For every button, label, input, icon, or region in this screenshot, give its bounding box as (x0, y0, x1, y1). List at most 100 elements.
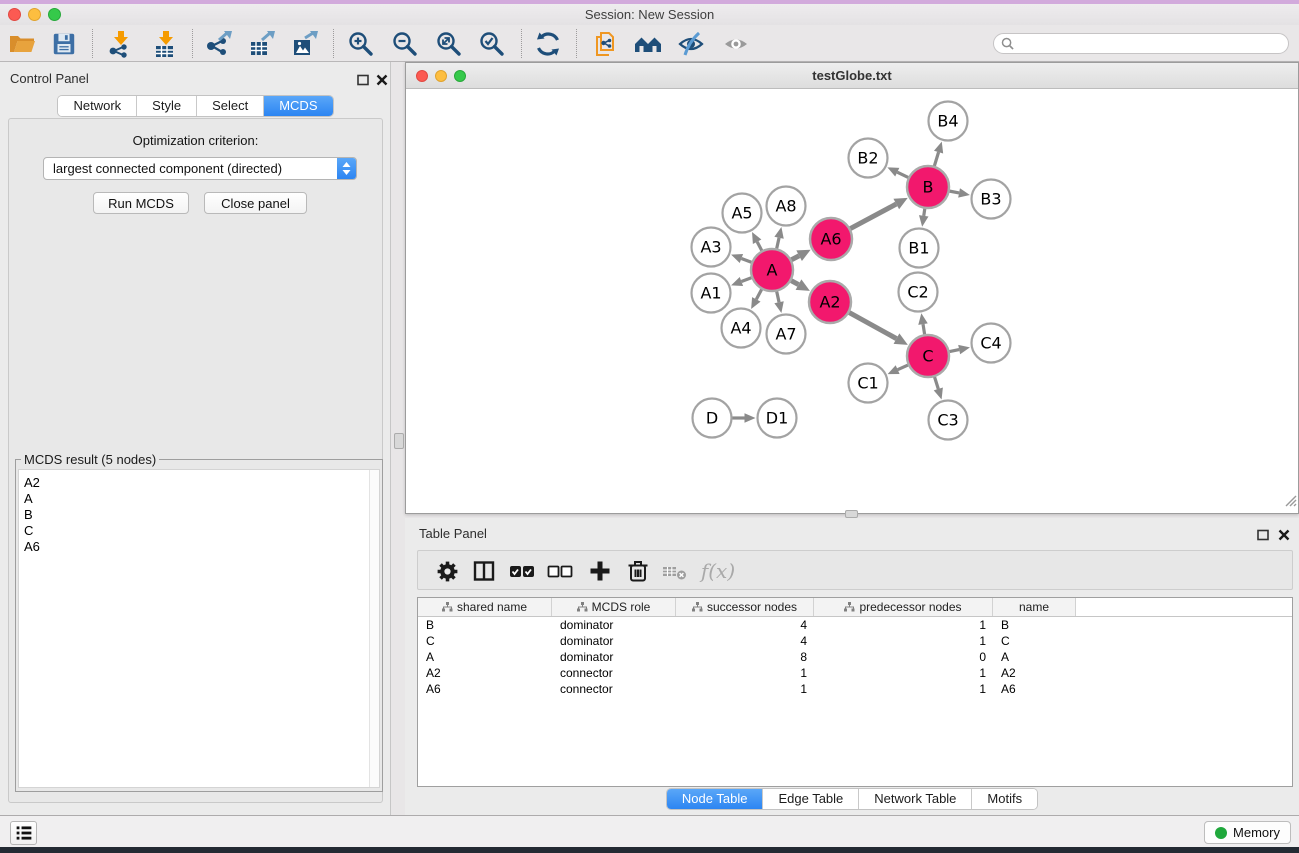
graph-node-label: B4 (937, 112, 958, 131)
graph-edge-A-A6[interactable] (791, 256, 799, 260)
deselect-all-rows-icon[interactable] (545, 556, 575, 586)
refresh-layout-icon[interactable] (533, 29, 563, 59)
mcds-result-list: A2ABCA6 (18, 469, 380, 788)
graph-edge-C-C1[interactable] (898, 365, 908, 370)
graph-edge-A-A2[interactable] (791, 281, 798, 285)
tab-edge-table[interactable]: Edge Table (763, 789, 859, 809)
export-table-icon[interactable] (247, 29, 277, 59)
graph-edge-A-A5[interactable] (757, 242, 762, 251)
graph-edge-A-A7[interactable] (777, 291, 779, 302)
minimize-traffic-light[interactable] (435, 70, 447, 82)
zoom-traffic-light[interactable] (48, 8, 61, 21)
memory-button[interactable]: Memory (1204, 821, 1291, 844)
graph-edge-A6-B[interactable] (850, 204, 896, 229)
column-header-predecessor-nodes[interactable]: predecessor nodes (814, 598, 993, 616)
task-history-button[interactable] (10, 821, 37, 845)
vertical-splitter-handle[interactable] (394, 433, 404, 449)
close-panel-button[interactable]: Close panel (204, 192, 307, 214)
arrowhead-icon (731, 254, 743, 263)
arrowhead-icon (918, 313, 927, 325)
close-panel-icon[interactable] (376, 73, 388, 85)
zoom-selected-icon[interactable] (477, 29, 507, 59)
criterion-dropdown[interactable]: largest connected component (directed) (43, 157, 357, 180)
tab-network[interactable]: Network (58, 96, 137, 116)
column-header-MCDS-role[interactable]: MCDS role (552, 598, 676, 616)
import-table-icon[interactable] (151, 29, 181, 59)
status-bar: Memory (0, 815, 1299, 847)
delete-table-icon[interactable] (660, 556, 690, 586)
search-text-input[interactable] (1018, 37, 1268, 51)
minimize-traffic-light[interactable] (28, 8, 41, 21)
table-row[interactable]: Adominator80A (418, 649, 1292, 665)
close-traffic-light[interactable] (416, 70, 428, 82)
delete-column-trash-icon[interactable] (623, 556, 653, 586)
zoom-in-icon[interactable] (346, 29, 376, 59)
network-canvas[interactable]: B4B2BB3A8A5A6A3B1AC2A1A2A4A7C4CC1DD1C3 (406, 89, 1298, 513)
graph-edge-C-C2[interactable] (923, 324, 925, 334)
save-session-icon[interactable] (49, 29, 79, 59)
column-header-name[interactable]: name (993, 598, 1076, 616)
table-row[interactable]: Cdominator41C (418, 633, 1292, 649)
table-cell: B (418, 617, 552, 633)
mcds-result-item[interactable]: A (24, 491, 379, 507)
float-panel-icon[interactable] (357, 73, 369, 85)
open-file-icon[interactable] (7, 29, 37, 59)
mcds-result-scrollbar[interactable] (369, 470, 379, 787)
mcds-result-item[interactable]: A2 (24, 475, 379, 491)
zoom-traffic-light[interactable] (454, 70, 466, 82)
close-panel-icon[interactable] (1278, 528, 1290, 540)
close-traffic-light[interactable] (8, 8, 21, 21)
first-neighbors-icon[interactable] (633, 29, 663, 59)
new-network-from-selection-icon[interactable] (591, 29, 621, 59)
tab-node-table[interactable]: Node Table (667, 789, 764, 809)
graph-edge-B-B4[interactable] (934, 152, 938, 166)
tab-motifs[interactable]: Motifs (972, 789, 1037, 809)
search-input[interactable] (993, 33, 1289, 54)
table-cell: connector (552, 681, 676, 697)
window-resize-grip[interactable] (1284, 494, 1297, 512)
graph-edge-A-A3[interactable] (741, 258, 751, 262)
column-header-shared-name[interactable]: shared name (418, 598, 552, 616)
function-builder-button[interactable]: f(x) (696, 556, 740, 586)
tab-select[interactable]: Select (197, 96, 264, 116)
float-panel-icon[interactable] (1257, 528, 1269, 540)
tab-style[interactable]: Style (137, 96, 197, 116)
table-settings-gear-icon[interactable] (432, 556, 462, 586)
run-mcds-button[interactable]: Run MCDS (93, 192, 189, 214)
hide-selected-icon[interactable] (676, 29, 706, 59)
zoom-out-icon[interactable] (390, 29, 420, 59)
mcds-result-item[interactable]: B (24, 507, 379, 523)
graph-edge-B-B2[interactable] (897, 172, 908, 177)
horizontal-splitter-handle[interactable] (845, 510, 858, 518)
table-row[interactable]: A2connector11A2 (418, 665, 1292, 681)
graph-edge-B-B3[interactable] (950, 191, 959, 193)
graph-edge-A-A1[interactable] (741, 278, 751, 282)
arrowhead-icon (934, 388, 943, 400)
mcds-result-item[interactable]: A6 (24, 539, 379, 555)
zoom-fit-icon[interactable] (434, 29, 464, 59)
graph-edge-A-A4[interactable] (756, 289, 761, 299)
graph-edge-A2-C[interactable] (849, 313, 896, 339)
graph-node-label: C1 (857, 374, 878, 393)
select-all-rows-icon[interactable] (507, 556, 537, 586)
table-cell: 0 (814, 649, 993, 665)
graph-edge-C-C3[interactable] (935, 377, 939, 389)
column-header-successor-nodes[interactable]: successor nodes (676, 598, 814, 616)
export-image-icon[interactable] (290, 29, 320, 59)
node-attribute-table[interactable]: shared nameMCDS rolesuccessor nodesprede… (417, 597, 1293, 787)
criterion-value: largest connected component (directed) (44, 161, 337, 176)
tab-network-table[interactable]: Network Table (859, 789, 972, 809)
show-columns-icon[interactable] (469, 556, 499, 586)
graph-edge-B-B1[interactable] (924, 209, 925, 216)
graph-node-label: B2 (857, 149, 878, 168)
graph-edge-A-A8[interactable] (777, 238, 779, 249)
export-network-icon[interactable] (204, 29, 234, 59)
mcds-result-item[interactable]: C (24, 523, 379, 539)
show-all-icon[interactable] (721, 29, 751, 59)
add-column-icon[interactable] (585, 556, 615, 586)
tab-mcds[interactable]: MCDS (264, 96, 332, 116)
import-network-icon[interactable] (106, 29, 136, 59)
table-row[interactable]: Bdominator41B (418, 617, 1292, 633)
graph-edge-C-C4[interactable] (950, 350, 960, 352)
table-row[interactable]: A6connector11A6 (418, 681, 1292, 697)
